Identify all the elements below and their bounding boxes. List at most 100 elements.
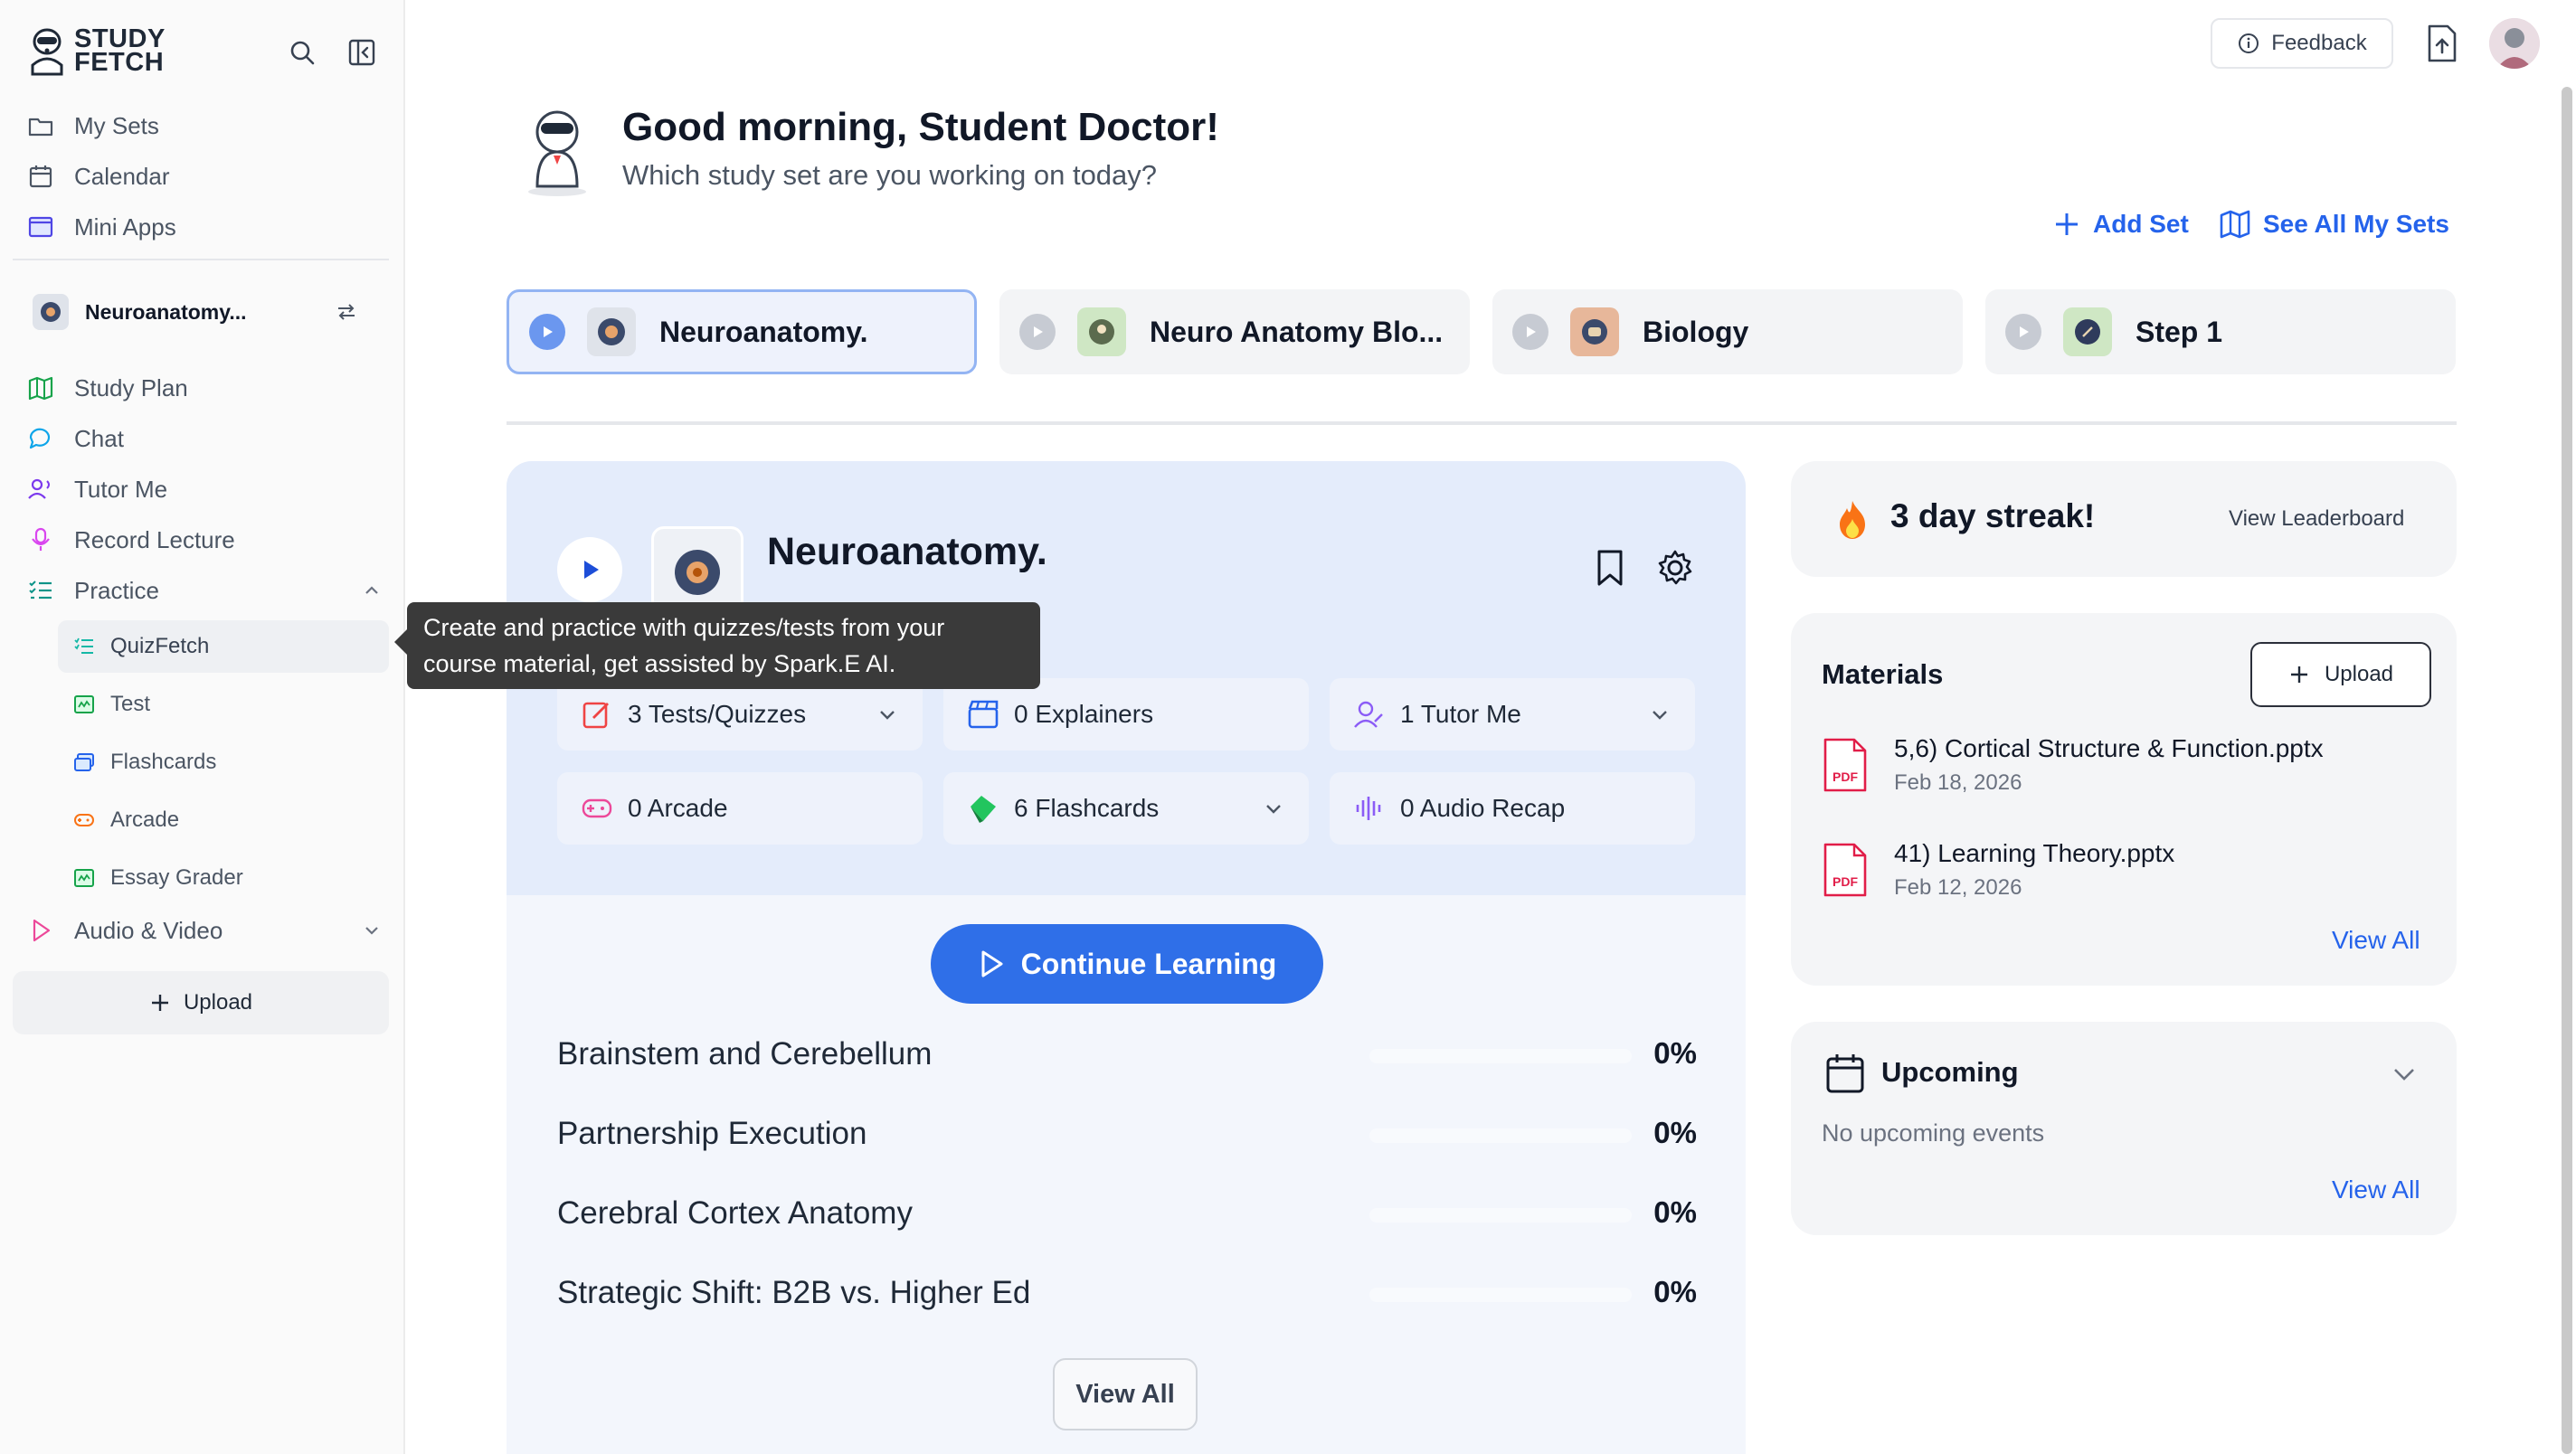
stat-label: 6 Flashcards (1014, 794, 1160, 822)
set-settings-button[interactable] (1655, 548, 1695, 588)
sidebar-divider (13, 259, 389, 260)
sidebar-upload-button[interactable]: Upload (13, 971, 389, 1034)
greeting-subtitle: Which study set are you working on today… (622, 159, 1158, 191)
plus-icon (2053, 211, 2080, 238)
materials-upload-button[interactable]: Upload (2250, 642, 2431, 707)
chevron-up-icon (360, 579, 384, 602)
info-icon (2237, 32, 2260, 55)
window-icon (25, 212, 56, 242)
upcoming-collapse-button[interactable] (2390, 1060, 2419, 1089)
page-scrollbar[interactable] (2562, 87, 2572, 1454)
sub-label: Flashcards (110, 750, 217, 774)
tooltip-line: course material, get assisted by Spark.E… (423, 650, 896, 677)
export-button[interactable] (2424, 24, 2460, 63)
gamepad-icon (579, 790, 615, 826)
nav-record-lecture[interactable]: Record Lecture (25, 517, 235, 562)
clapperboard-icon (965, 696, 1001, 732)
topic-name: Strategic Shift: B2B vs. Higher Ed (557, 1275, 1031, 1310)
add-set-button[interactable]: Add Set (2053, 210, 2189, 239)
nav-study-plan[interactable]: Study Plan (25, 365, 188, 411)
bookmark-button[interactable] (1592, 548, 1628, 588)
practice-test[interactable]: Test (58, 678, 389, 731)
see-all-sets-button[interactable]: See All My Sets (2220, 210, 2449, 239)
upload-label: Upload (183, 990, 253, 1015)
sidebar: STUDY FETCH My Sets Calendar Mini Apps N… (0, 0, 405, 1454)
checklist-icon (72, 635, 96, 658)
topic-row[interactable]: Cerebral Cortex Anatomy 0% (557, 1186, 1697, 1241)
play-icon[interactable] (1512, 314, 1548, 350)
play-set-button[interactable] (557, 537, 622, 602)
stat-audio-recap[interactable]: 0 Audio Recap (1330, 772, 1695, 845)
topic-row[interactable]: Strategic Shift: B2B vs. Higher Ed 0% (557, 1266, 1697, 1320)
play-icon[interactable] (2005, 314, 2041, 350)
set-tab-biology[interactable]: Biology (1492, 289, 1963, 374)
logo[interactable]: STUDY FETCH (25, 25, 166, 76)
stat-arcade[interactable]: 0 Arcade (557, 772, 923, 845)
materials-card: Materials Upload PDF 5,6) Cortical Struc… (1791, 613, 2457, 986)
nav-tutor-me[interactable]: Tutor Me (25, 467, 167, 512)
gamepad-icon (72, 808, 96, 832)
set-tab-neuroanatomy[interactable]: Neuroanatomy. (507, 289, 977, 374)
map-icon (2220, 210, 2250, 239)
sub-label: Test (110, 692, 151, 716)
search-button[interactable] (284, 34, 320, 71)
play-icon (584, 561, 599, 579)
practice-arcade[interactable]: Arcade (58, 794, 389, 846)
calendar-icon (1825, 1053, 1865, 1094)
play-triangle-icon (25, 915, 56, 946)
nav-my-sets[interactable]: My Sets (25, 103, 159, 148)
biology-thumb-icon (1582, 319, 1607, 345)
logo-line2: FETCH (74, 48, 165, 77)
material-item[interactable]: PDF 5,6) Cortical Structure & Function.p… (1822, 734, 2419, 807)
practice-quizfetch[interactable]: QuizFetch (58, 620, 389, 673)
stat-explainers[interactable]: 0 Explainers (943, 678, 1309, 751)
sub-label: Essay Grader (110, 865, 243, 890)
stat-tutor-me[interactable]: 1 Tutor Me (1330, 678, 1695, 751)
continue-learning-button[interactable]: Continue Learning (931, 924, 1323, 1004)
nav-label: My Sets (74, 111, 159, 139)
edit-square-icon (579, 696, 615, 732)
view-leaderboard-link[interactable]: View Leaderboard (2229, 506, 2404, 532)
current-set-name: Neuroanatomy... (85, 299, 247, 324)
topic-progress: 0% (1653, 1036, 1697, 1070)
dog-mascot-icon (31, 28, 63, 76)
topic-row[interactable]: Brainstem and Cerebellum 0% (557, 1027, 1697, 1081)
plus-icon (2288, 664, 2310, 685)
play-icon[interactable] (1019, 314, 1056, 350)
user-avatar[interactable] (2489, 18, 2540, 69)
practice-flashcards[interactable]: Flashcards (58, 736, 389, 788)
chat-icon (25, 423, 56, 454)
material-item[interactable]: PDF 41) Learning Theory.pptx Feb 12, 202… (1822, 839, 2419, 911)
feedback-label: Feedback (2271, 31, 2367, 55)
nav-calendar[interactable]: Calendar (25, 154, 170, 199)
chevron-down-icon (1262, 798, 1285, 821)
nav-chat[interactable]: Chat (25, 416, 124, 461)
stat-tests-quizzes[interactable]: 3 Tests/Quizzes (557, 678, 923, 751)
play-icon[interactable] (529, 314, 565, 350)
current-set-switcher[interactable]: Neuroanatomy... (33, 291, 367, 333)
stat-flashcards[interactable]: 6 Flashcards (943, 772, 1309, 845)
tabs-divider (507, 421, 2457, 425)
mascot-illustration (521, 105, 593, 197)
nav-practice[interactable]: Practice (25, 568, 384, 613)
stat-label: 1 Tutor Me (1400, 700, 1521, 728)
upcoming-view-all-link[interactable]: View All (2332, 1175, 2420, 1204)
nav-mini-apps[interactable]: Mini Apps (25, 204, 176, 250)
feedback-button[interactable]: Feedback (2211, 18, 2393, 69)
topic-row[interactable]: Partnership Execution 0% (557, 1107, 1697, 1161)
flashcards-icon (72, 751, 96, 774)
pdf-badge: PDF (1833, 874, 1858, 889)
chevron-down-icon (876, 703, 899, 727)
nav-audio-video[interactable]: Audio & Video (25, 908, 384, 953)
set-tab-step-1[interactable]: Step 1 (1985, 289, 2456, 374)
collapse-sidebar-button[interactable] (344, 34, 380, 71)
materials-view-all-link[interactable]: View All (2332, 926, 2420, 955)
practice-essay-grader[interactable]: Essay Grader (58, 852, 389, 904)
topic-progress-bar (1369, 1128, 1632, 1143)
topics-view-all-button[interactable]: View All (1053, 1358, 1198, 1430)
set-avatar (33, 294, 69, 330)
materials-title: Materials (1822, 658, 1944, 690)
set-thumbnail (587, 307, 636, 356)
set-tab-neuro-anatomy-blo[interactable]: Neuro Anatomy Blo... (999, 289, 1470, 374)
sub-label: QuizFetch (110, 634, 210, 658)
